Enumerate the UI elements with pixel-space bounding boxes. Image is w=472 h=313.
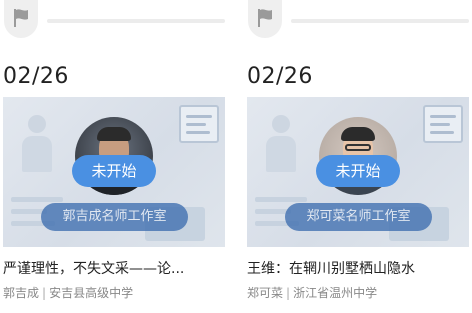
teacher-name: 郭吉成 bbox=[3, 286, 40, 300]
background-illustration bbox=[261, 115, 301, 175]
lecture-card[interactable]: 02/26 未开始 郑可菜名师工作室 王维：在辋川别墅栖山隐水 郑可菜 | 浙江省温… bbox=[247, 0, 469, 313]
studio-name-badge: 郭吉成名师工作室 bbox=[41, 203, 188, 231]
meta-separator: | bbox=[42, 286, 47, 300]
studio-name-badge: 郑可菜名师工作室 bbox=[285, 203, 432, 231]
lecture-meta: 郑可菜 | 浙江省温州中学 bbox=[247, 284, 469, 301]
school-name: 浙江省温州中学 bbox=[293, 286, 378, 300]
flag-icon bbox=[4, 0, 38, 38]
lecture-date: 02/26 bbox=[247, 64, 313, 89]
background-board bbox=[423, 105, 463, 143]
lecture-thumbnail[interactable]: 未开始 郭吉成名师工作室 bbox=[3, 97, 225, 247]
timeline bbox=[247, 0, 469, 46]
teacher-name: 郑可菜 bbox=[247, 286, 284, 300]
lecture-date: 02/26 bbox=[3, 64, 69, 89]
lecture-card[interactable]: 02/26 未开始 郭吉成名师工作室 严谨理性，不失文采——论... 郭吉成 | 安… bbox=[3, 0, 225, 313]
status-badge: 未开始 bbox=[72, 155, 156, 187]
lecture-thumbnail[interactable]: 未开始 郑可菜名师工作室 bbox=[247, 97, 469, 247]
status-badge: 未开始 bbox=[316, 155, 400, 187]
background-board bbox=[179, 105, 219, 143]
background-illustration bbox=[17, 115, 57, 175]
lecture-title[interactable]: 严谨理性，不失文采——论... bbox=[3, 258, 225, 278]
timeline-line bbox=[291, 19, 469, 23]
timeline-line bbox=[47, 19, 225, 23]
timeline bbox=[3, 0, 225, 46]
flag-icon bbox=[248, 0, 282, 38]
lecture-title[interactable]: 王维：在辋川别墅栖山隐水 bbox=[247, 258, 469, 278]
school-name: 安吉县高级中学 bbox=[49, 286, 134, 300]
meta-separator: | bbox=[286, 286, 291, 300]
lecture-meta: 郭吉成 | 安吉县高级中学 bbox=[3, 284, 225, 301]
